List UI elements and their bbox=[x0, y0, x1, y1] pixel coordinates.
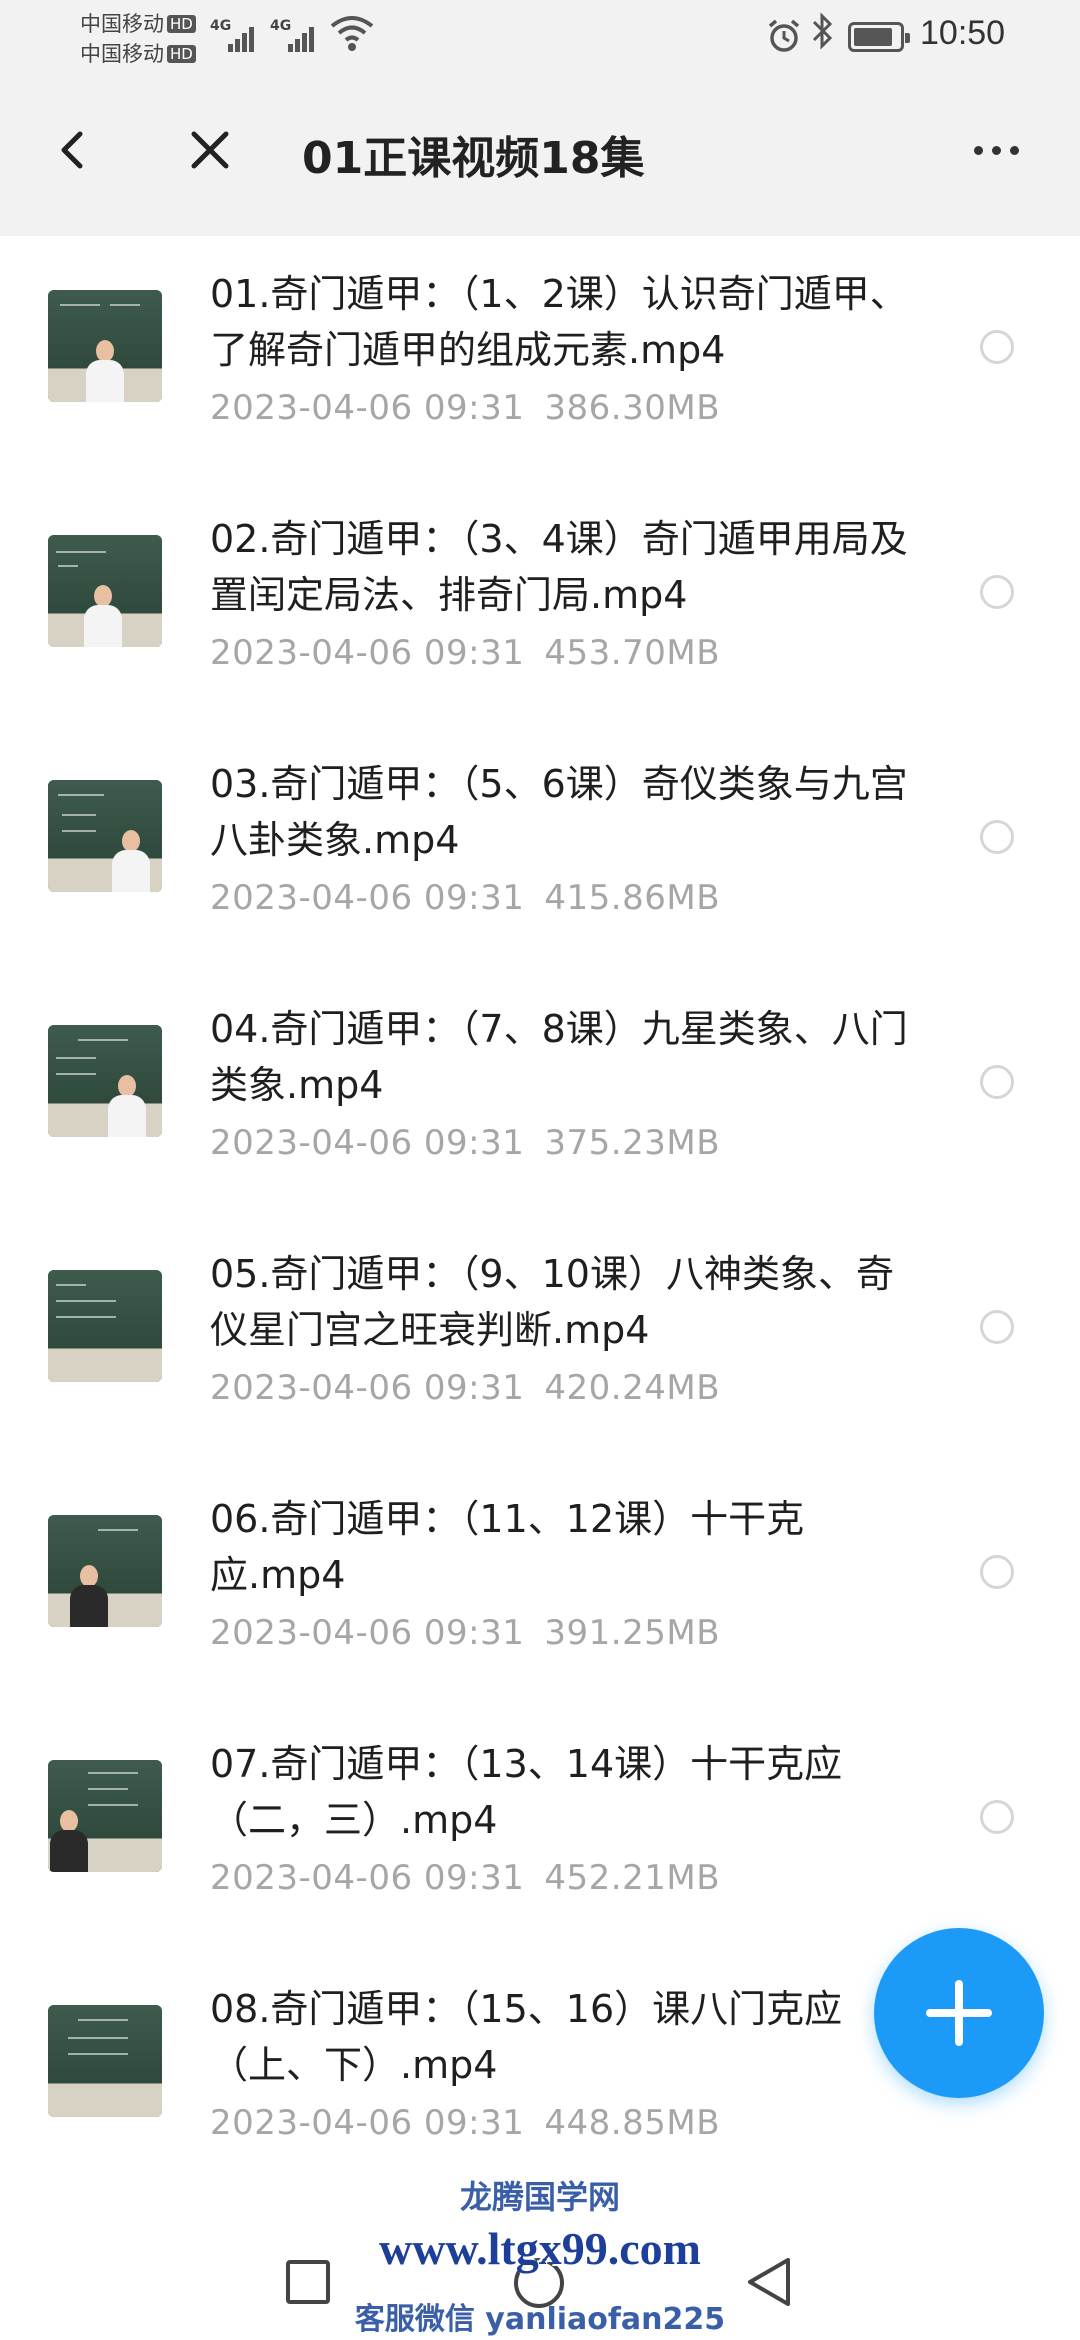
watermark-url: www.ltgx99.com bbox=[379, 2223, 701, 2274]
select-radio[interactable] bbox=[980, 1555, 1014, 1589]
select-radio[interactable] bbox=[980, 1065, 1014, 1099]
video-thumbnail bbox=[48, 1760, 162, 1872]
select-radio[interactable] bbox=[980, 1800, 1014, 1834]
more-icon[interactable] bbox=[960, 120, 1034, 180]
signal-icon: 4G bbox=[270, 18, 320, 52]
file-meta: 2023-04-06 09:31 420.24MB bbox=[210, 1368, 721, 1408]
page-title: 01正课视频18集 bbox=[302, 133, 645, 184]
file-name: 01.奇门遁甲：（1、2课）认识奇门遁甲、了解奇门遁甲的组成元素.mp4 bbox=[210, 272, 908, 372]
file-meta: 2023-04-06 09:31 415.86MB bbox=[210, 878, 721, 918]
list-item[interactable]: 06.奇门遁甲：（11、12课）十干克应.mp4 2023-04-06 09:3… bbox=[0, 1461, 1080, 1706]
video-thumbnail bbox=[48, 290, 162, 402]
file-meta: 2023-04-06 09:31 386.30MB bbox=[210, 388, 721, 428]
video-thumbnail bbox=[48, 1270, 162, 1382]
file-name: 05.奇门遁甲：（9、10课）八神类象、奇仪星门宫之旺衰判断.mp4 bbox=[210, 1252, 894, 1352]
file-name: 08.奇门遁甲：（15、16）课八门克应（上、下）.mp4 bbox=[210, 1987, 843, 2087]
video-thumbnail bbox=[48, 780, 162, 892]
list-item[interactable]: 05.奇门遁甲：（9、10课）八神类象、奇仪星门宫之旺衰判断.mp4 2023-… bbox=[0, 1216, 1080, 1461]
file-name: 07.奇门遁甲：（13、14课）十干克应（二，三）.mp4 bbox=[210, 1742, 843, 1842]
carrier-1: 中国移动 HD bbox=[80, 8, 196, 38]
file-name: 03.奇门遁甲：（5、6课）奇仪类象与九宫八卦类象.mp4 bbox=[210, 762, 908, 862]
file-meta: 2023-04-06 09:31 391.25MB bbox=[210, 1613, 721, 1653]
list-item[interactable]: 03.奇门遁甲：（5、6课）奇仪类象与九宫八卦类象.mp4 2023-04-06… bbox=[0, 726, 1080, 971]
select-radio[interactable] bbox=[980, 330, 1014, 364]
video-thumbnail bbox=[48, 1025, 162, 1137]
list-item[interactable]: 02.奇门遁甲：（3、4课）奇门遁甲用局及置闰定局法、排奇门局.mp4 2023… bbox=[0, 481, 1080, 726]
bluetooth-icon bbox=[812, 12, 833, 50]
app-header: 01正课视频18集 bbox=[0, 70, 1080, 236]
file-name: 04.奇门遁甲：（7、8课）九星类象、八门类象.mp4 bbox=[210, 1007, 908, 1107]
file-meta: 2023-04-06 09:31 375.23MB bbox=[210, 1123, 721, 1163]
file-name: 06.奇门遁甲：（11、12课）十干克应.mp4 bbox=[210, 1497, 805, 1597]
wifi-icon bbox=[330, 16, 374, 51]
signal-icon: 4G bbox=[210, 18, 260, 52]
file-meta: 2023-04-06 09:31 452.21MB bbox=[210, 1858, 721, 1898]
carrier-2: 中国移动 HD bbox=[80, 38, 196, 68]
clock: 10:50 bbox=[920, 14, 1006, 52]
watermark-site-name: 龙腾国学网 bbox=[459, 2178, 620, 2216]
video-thumbnail bbox=[48, 1515, 162, 1627]
file-name: 02.奇门遁甲：（3、4课）奇门遁甲用局及置闰定局法、排奇门局.mp4 bbox=[210, 517, 908, 617]
close-icon[interactable] bbox=[180, 120, 240, 180]
select-radio[interactable] bbox=[980, 820, 1014, 854]
file-meta: 2023-04-06 09:31 448.85MB bbox=[210, 2103, 721, 2143]
back-arrow-icon[interactable] bbox=[44, 120, 104, 180]
video-thumbnail bbox=[48, 535, 162, 647]
video-thumbnail bbox=[48, 2005, 162, 2117]
file-meta: 2023-04-06 09:31 453.70MB bbox=[210, 633, 721, 673]
select-radio[interactable] bbox=[980, 1310, 1014, 1344]
list-item[interactable]: 01.奇门遁甲：（1、2课）认识奇门遁甲、了解奇门遁甲的组成元素.mp4 202… bbox=[0, 236, 1080, 481]
list-item[interactable]: 04.奇门遁甲：（7、8课）九星类象、八门类象.mp4 2023-04-06 0… bbox=[0, 971, 1080, 1216]
status-bar: 中国移动 HD 中国移动 HD 4G 4G 10:50 bbox=[0, 0, 1080, 70]
list-item[interactable]: 07.奇门遁甲：（13、14课）十干克应（二，三）.mp4 2023-04-06… bbox=[0, 1706, 1080, 1951]
select-radio[interactable] bbox=[980, 575, 1014, 609]
add-button[interactable] bbox=[874, 1928, 1044, 2098]
alarm-icon bbox=[768, 19, 800, 52]
battery-icon bbox=[848, 22, 910, 52]
watermark-contact: 客服微信 yanliaofan225 bbox=[354, 2302, 726, 2337]
